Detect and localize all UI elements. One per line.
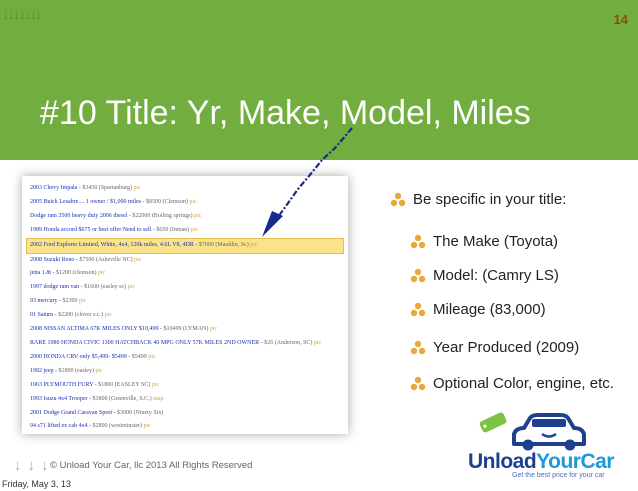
bullet-cluster-icon (390, 192, 406, 208)
down-arrows-icon: ↓↓↓ (14, 457, 55, 474)
bullet-heading: Be specific in your title: (390, 191, 566, 208)
bullet-text: Be specific in your title: (413, 191, 567, 208)
bullet-text: Optional Color, engine, etc. (433, 375, 614, 392)
unloadyourcar-logo: UnloadYourCar Get the best price for you… (468, 410, 636, 479)
copyright-footer: © Unload Your Car, llc 2013 All Rights R… (50, 460, 253, 471)
slide: ↓↓↓↓↓↓↓ 14 #10 Title: Yr, Make, Model, M… (0, 0, 638, 479)
bullet-cluster-icon (410, 340, 426, 356)
logo-wordmark: UnloadYourCar (468, 450, 614, 473)
bullet-text: The Make (Toyota) (433, 233, 559, 250)
bullet-cluster-icon (410, 302, 426, 318)
logo-tagline: Get the best price for your car (512, 472, 605, 479)
bullet-item: Model: (Camry LS) (410, 267, 559, 284)
bullet-text: Mileage (83,000) (433, 301, 546, 318)
bullet-item: Optional Color, engine, etc. (410, 375, 614, 392)
bullet-item: Mileage (83,000) (410, 301, 546, 318)
bullet-cluster-icon (410, 234, 426, 250)
bullet-text: Model: (Camry LS) (433, 267, 559, 284)
bullet-text: Year Produced (2009) (433, 339, 580, 356)
car-logo-icon (479, 412, 586, 451)
bullet-cluster-icon (410, 268, 426, 284)
bullet-cluster-icon (410, 376, 426, 392)
bullet-item: Year Produced (2009) (410, 339, 579, 356)
bullet-item: The Make (Toyota) (410, 233, 558, 250)
date-label: Friday, May 3, 13 (2, 479, 71, 489)
